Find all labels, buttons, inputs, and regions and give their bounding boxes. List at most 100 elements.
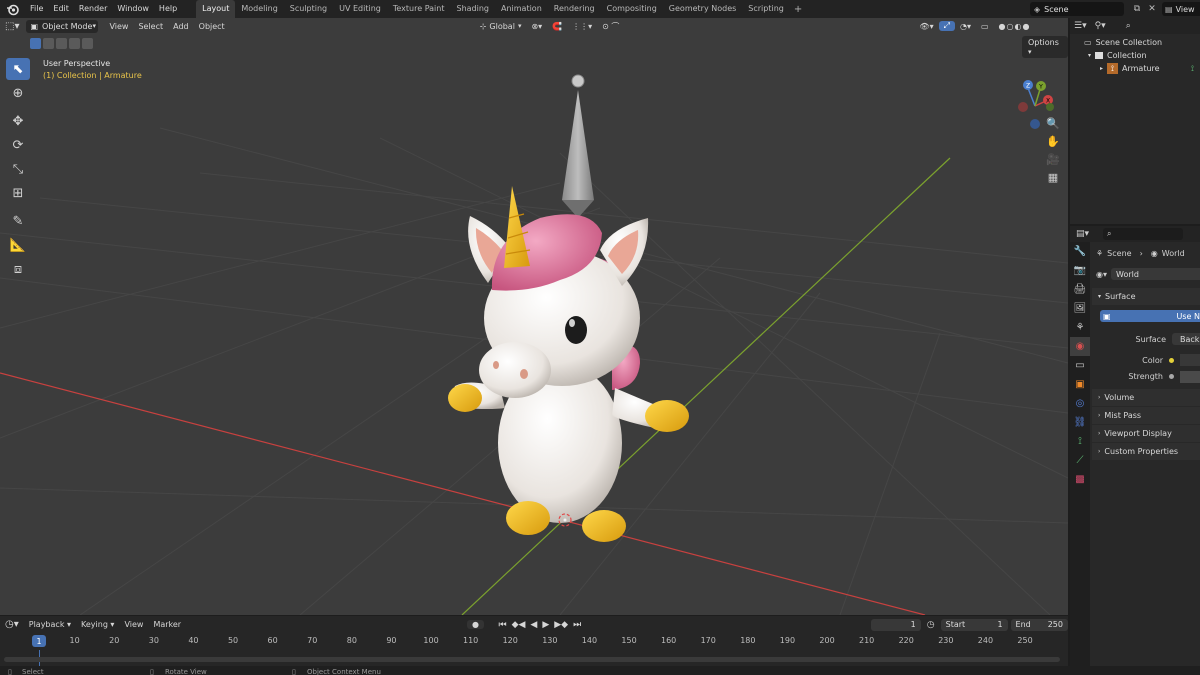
transform-icon[interactable]: ⊞ [6,182,30,204]
tab-geometry-nodes[interactable]: Geometry Nodes [663,0,742,18]
new-scene-icon[interactable]: ⧉ [1130,2,1144,16]
tab-modeling[interactable]: Modeling [235,0,283,18]
mist-pass-panel-header[interactable]: › Mist Pass [1092,407,1200,424]
select-intersect-icon[interactable] [82,38,93,49]
move-icon[interactable]: ✥ [6,110,30,132]
filter-icon[interactable]: ⚲▾ [1091,21,1110,31]
constraints-tab-icon[interactable]: ⛓ [1070,413,1090,432]
select-invert-icon[interactable] [69,38,80,49]
playhead[interactable]: 1 [32,635,46,647]
strength-field[interactable] [1180,370,1200,383]
timeline-menu-keying[interactable]: Keying ▾ [76,620,119,629]
tree-row-collection[interactable]: ▾ Collection [1070,49,1200,62]
annotate-icon[interactable]: ✎ [6,210,30,232]
tab-sculpting[interactable]: Sculpting [284,0,333,18]
pivot-point-icon[interactable]: ⊗▾ [526,22,547,31]
tab-compositing[interactable]: Compositing [601,0,663,18]
tab-animation[interactable]: Animation [495,0,548,18]
start-frame-field[interactable]: Start 1 [940,618,1008,631]
world-selector[interactable]: ◉▾ World [1092,264,1200,284]
color-swatch[interactable] [1180,354,1200,366]
tab-uv-editing[interactable]: UV Editing [333,0,387,18]
proportional-edit-icon[interactable]: ⊙ ⌒ [597,21,624,32]
xray-toggle-icon[interactable]: ▭ [976,22,994,31]
output-tab-icon[interactable]: 🖨 [1070,280,1090,299]
camera-icon[interactable]: 🎥 [1043,150,1063,168]
clock-icon[interactable]: ◷ [927,620,935,630]
next-keyframe-icon[interactable]: ▶◆ [554,620,568,630]
properties-editor-icon[interactable]: ▤▾ [1070,229,1095,239]
timeline-ruler[interactable]: 1 10 20 30 40 50 60 70 80 90 100 110 120 130 140 150 16… [0,634,1068,650]
menu-file[interactable]: File [25,0,48,18]
select-extend-icon[interactable] [43,38,54,49]
use-nodes-button[interactable]: ▣ Use N [1100,310,1200,322]
viewport-menu-select[interactable]: Select [133,22,168,31]
gizmo-toggle-icon[interactable]: ⤢ [938,21,955,31]
viewport-menu-object[interactable]: Object [194,22,230,31]
select-new-icon[interactable] [30,38,41,49]
search-field[interactable]: ⌕ [1103,228,1184,240]
scene-tab-icon[interactable]: ⚘ [1070,318,1090,337]
menu-window[interactable]: Window [112,0,154,18]
outliner-editor-icon[interactable]: ☰▾ [1070,21,1091,31]
visibility-icon[interactable]: 👁▾ [914,22,938,31]
view-layer-tab-icon[interactable]: 🖼 [1070,299,1090,318]
timeline-menu-marker[interactable]: Marker [148,620,186,629]
cursor-icon[interactable]: ⊕ [6,82,30,104]
viewport-menu-add[interactable]: Add [168,22,194,31]
view-layer-selector[interactable]: ▤ View [1162,2,1200,16]
measure-icon[interactable]: 📐 [6,234,30,256]
scene-selector[interactable]: ◈ Scene [1030,2,1124,16]
jump-end-icon[interactable]: ⏭ [573,620,581,630]
surface-field[interactable]: Back [1172,333,1200,345]
mode-dropdown[interactable]: ▣ Object Mode ▾ [26,19,99,33]
pan-hand-icon[interactable]: ✋ [1043,132,1063,150]
add-cube-icon[interactable]: ⧈ [6,258,30,280]
custom-properties-panel-header[interactable]: › Custom Properties [1092,443,1200,460]
shading-modes[interactable]: ●○◐● [994,22,1036,31]
tab-rendering[interactable]: Rendering [548,0,601,18]
physics-tab-icon[interactable]: ◎ [1070,394,1090,413]
snap-icon[interactable]: 🧲 [547,22,567,31]
orientation-dropdown[interactable]: ⊹ Global ▾ [475,22,527,31]
viewport-menu-view[interactable]: View [104,22,133,31]
object-tab-icon[interactable]: ▣ [1070,375,1090,394]
play-icon[interactable]: ▶ [542,620,549,630]
3d-viewport[interactable]: ⬚▾ ▣ Object Mode ▾ View Select Add Objec… [0,18,1068,615]
surface-panel-header[interactable]: ▾ Surface [1092,288,1200,305]
blender-logo-icon[interactable] [5,2,19,16]
prev-keyframe-icon[interactable]: ◆◀ [512,620,526,630]
collection-tab-icon[interactable]: ▭ [1070,356,1090,375]
texture-tab-icon[interactable]: ▩ [1070,470,1090,489]
scale-icon[interactable]: ⤡ [6,158,30,180]
tree-row-scene-collection[interactable]: ▭ Scene Collection [1070,36,1200,49]
timeline-editor-icon[interactable]: ◷▾ [0,619,24,630]
play-reverse-icon[interactable]: ◀ [530,620,537,630]
overlay-toggle-icon[interactable]: ◔▾ [955,22,976,31]
tab-scripting[interactable]: Scripting [742,0,790,18]
select-box-icon[interactable]: ⬉ [6,58,30,80]
grid-view-icon[interactable]: ▦ [1043,168,1063,186]
options-dropdown[interactable]: Options ▾ [1022,36,1068,58]
editor-type-icon[interactable]: ⬚▾ [0,21,24,32]
world-name-field[interactable]: World [1111,268,1200,280]
record-icon[interactable]: ● [466,620,484,629]
snap-target-icon[interactable]: ⋮⋮▾ [567,22,597,31]
tab-shading[interactable]: Shading [450,0,495,18]
remove-scene-icon[interactable]: ✕ [1146,2,1158,16]
timeline-menu-view[interactable]: View [119,620,148,629]
tool-tab-icon[interactable]: 🔧 [1070,242,1090,261]
current-frame-field[interactable]: 1 [870,618,921,631]
world-tab-icon[interactable]: ◉ [1070,337,1090,356]
viewport-display-panel-header[interactable]: › Viewport Display [1092,425,1200,442]
volume-panel-header[interactable]: › Volume [1092,389,1200,406]
rotate-icon[interactable]: ⟳ [6,134,30,156]
tab-texture-paint[interactable]: Texture Paint [387,0,451,18]
bone-tab-icon[interactable]: ⟋ [1070,451,1090,470]
timeline-scrollbar[interactable] [4,657,1060,662]
select-subtract-icon[interactable] [56,38,67,49]
armature-data-tab-icon[interactable]: ⟟ [1070,432,1090,451]
add-workspace-icon[interactable]: + [790,4,806,15]
menu-edit[interactable]: Edit [48,0,74,18]
menu-render[interactable]: Render [74,0,112,18]
